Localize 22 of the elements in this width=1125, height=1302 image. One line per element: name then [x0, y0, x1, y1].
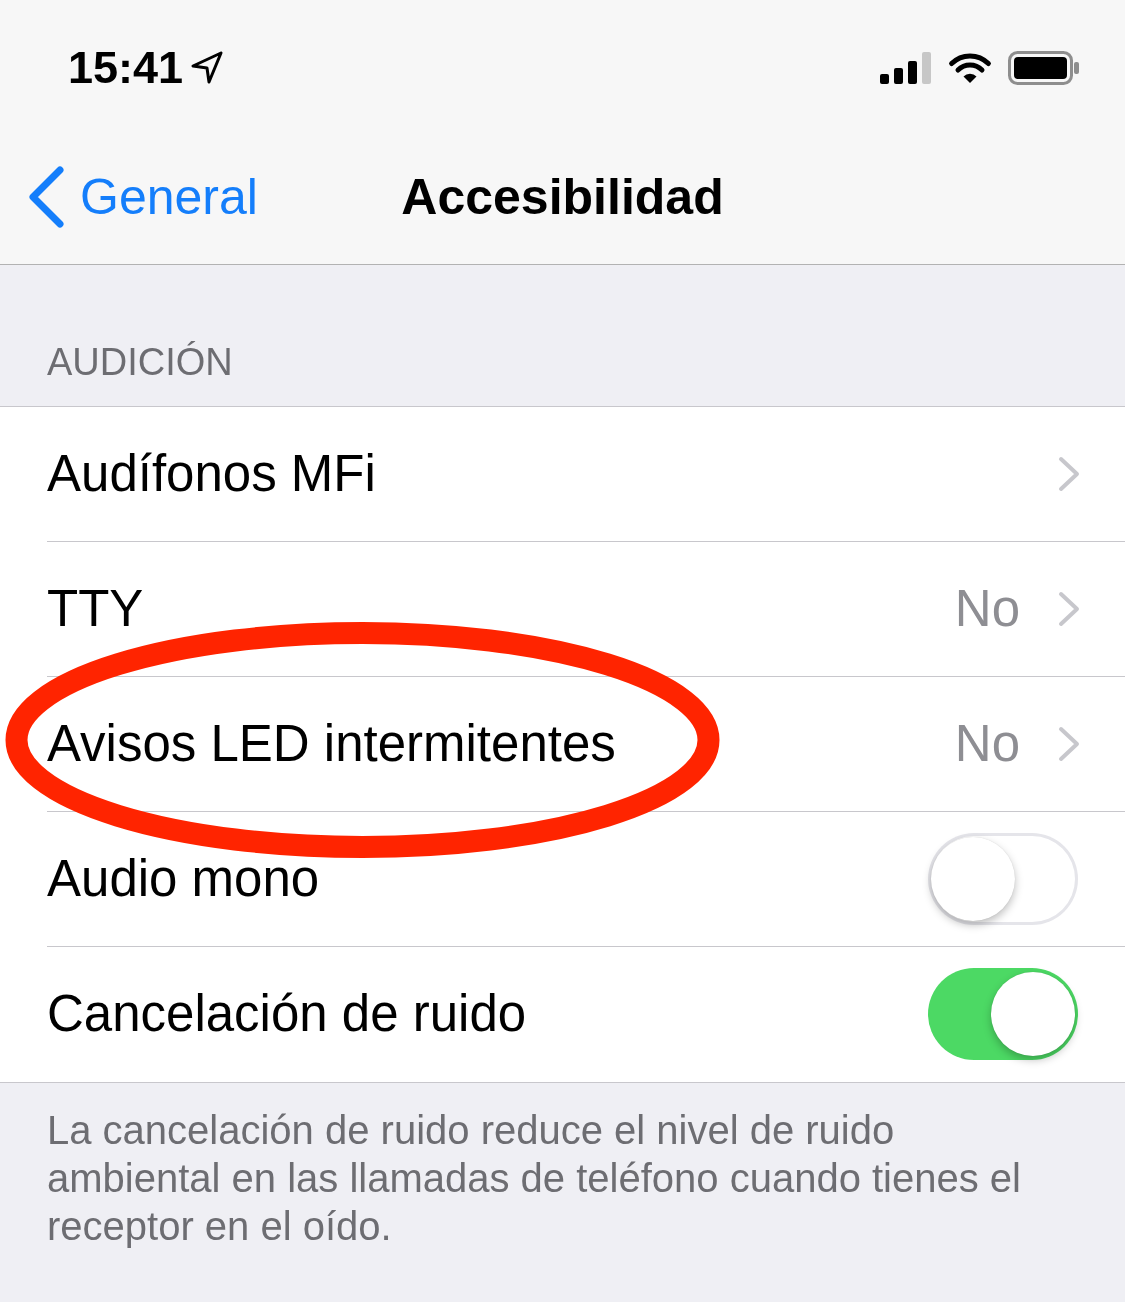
- battery-icon: [1008, 50, 1080, 85]
- section-header: AUDICIÓN: [47, 340, 233, 384]
- toggle-switch[interactable]: [928, 833, 1078, 925]
- row-label: Cancelación de ruido: [47, 985, 527, 1043]
- chevron-right-icon: [1058, 456, 1080, 492]
- row-label: Audio mono: [47, 850, 320, 908]
- section-footer: La cancelación de ruido reduce el nivel de ruido ambiental en las llamadas de teléfono cuando tienes el receptor en el oído.: [0, 1083, 1125, 1250]
- back-button[interactable]: General: [0, 166, 258, 228]
- chevron-right-icon: [1058, 726, 1080, 762]
- toggle-switch[interactable]: [928, 968, 1078, 1060]
- chevron-right-icon: [1058, 591, 1080, 627]
- row-value: No: [954, 580, 1020, 638]
- signal-icon: [880, 51, 932, 84]
- chevron-left-icon: [28, 166, 64, 228]
- status-time: 15:41: [68, 45, 184, 90]
- row-label: TTY: [47, 580, 144, 638]
- page-title: Accesibilidad: [401, 172, 724, 222]
- row-label: Audífonos MFi: [47, 445, 376, 503]
- wifi-icon: [948, 51, 992, 84]
- row-label: Avisos LED intermitentes: [47, 715, 616, 773]
- row-value: No: [954, 715, 1020, 773]
- location-arrow-icon: [191, 51, 224, 84]
